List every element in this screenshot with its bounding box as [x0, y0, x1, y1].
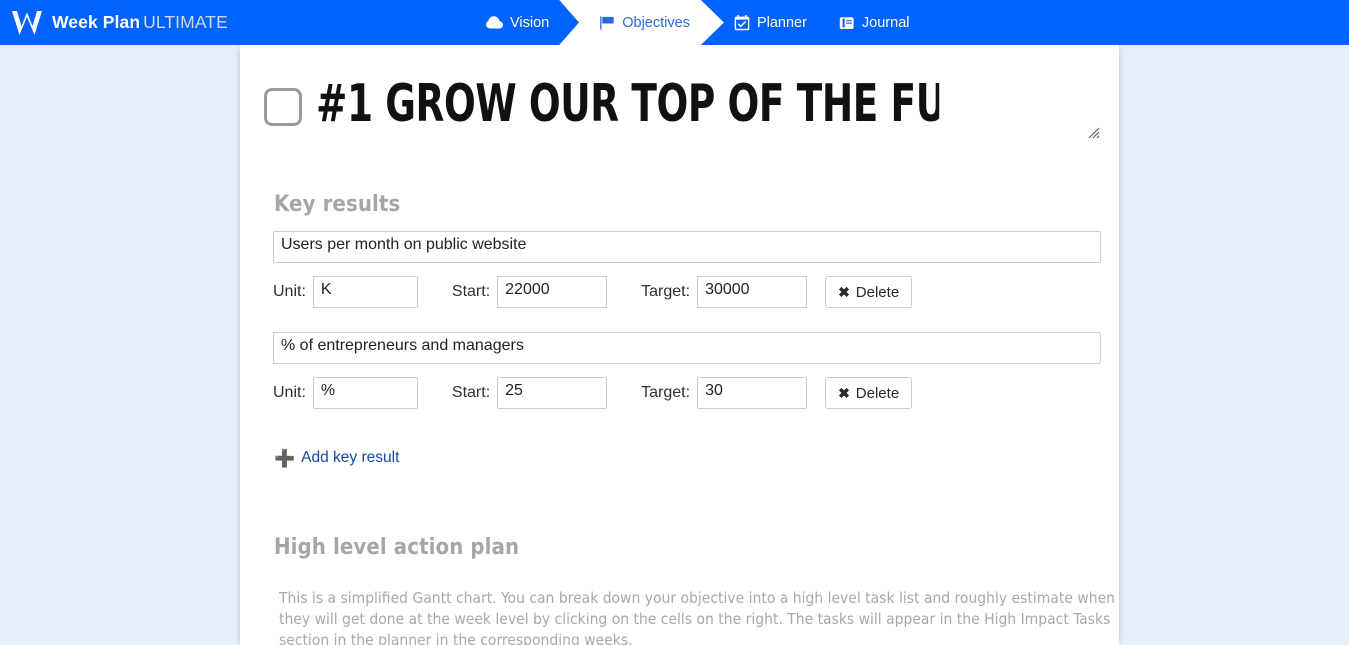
plus-icon: ➕	[274, 448, 296, 468]
brand-name: Week Plan ULTIMATE	[52, 12, 228, 32]
objective-title-row: #1 GROW OUR TOP OF THE FUNNEL	[257, 70, 1100, 139]
nav-item-vision[interactable]: Vision	[470, 0, 565, 45]
nav-item-objectives[interactable]: Objectives	[559, 0, 724, 45]
key-result-name-input[interactable]: Users per month on public website	[273, 231, 1101, 263]
key-results-heading: Key results	[274, 192, 401, 217]
delete-key-result-button[interactable]: ✖ Delete	[825, 276, 913, 308]
flag-icon	[599, 15, 615, 30]
unit-label: Unit:	[273, 384, 306, 401]
unit-input[interactable]: %	[312, 377, 418, 409]
unit-input[interactable]: K	[312, 276, 418, 308]
key-results-list: Users per month on public website Unit: …	[257, 231, 1101, 409]
cloud-icon	[486, 16, 503, 29]
objective-title-input[interactable]: #1 GROW OUR TOP OF THE FUNNEL	[316, 78, 939, 130]
start-label: Start:	[451, 283, 491, 300]
unit-label: Unit:	[273, 283, 306, 300]
brand-home-link[interactable]: Week Plan ULTIMATE	[10, 0, 228, 45]
key-result-row: Users per month on public website Unit: …	[273, 231, 1101, 308]
week-plan-w-logo-icon	[10, 8, 52, 38]
nav-label: Planner	[756, 14, 807, 31]
nav-item-journal[interactable]: Journal	[823, 0, 926, 45]
action-plan-heading: High level action plan	[274, 534, 520, 560]
start-input[interactable]: 22000	[497, 276, 608, 308]
calendar-check-icon	[734, 14, 750, 31]
key-result-name-input[interactable]: % of entrepreneurs and managers	[273, 332, 1101, 364]
nav-label: Vision	[510, 14, 550, 31]
book-icon	[839, 16, 855, 30]
main-nav: Vision Objectives Planner Journal	[470, 0, 925, 45]
close-x-icon: ✖	[838, 284, 850, 300]
add-key-result-button[interactable]: ➕ Add key result	[274, 449, 399, 467]
objective-detail-panel: #1 GROW OUR TOP OF THE FUNNEL Key result…	[240, 45, 1119, 645]
nav-label: Objectives	[622, 14, 690, 31]
add-key-result-label: Add key result	[301, 449, 400, 466]
nav-label: Journal	[861, 14, 910, 31]
target-input[interactable]: 30000	[697, 276, 808, 308]
target-label: Target:	[641, 384, 691, 401]
key-result-fields: Unit: K Start: 22000 Target: 30000 ✖ Del…	[273, 276, 1095, 308]
delete-key-result-button[interactable]: ✖ Delete	[825, 377, 913, 409]
key-result-fields: Unit: % Start: 25 Target: 30 ✖ Delete	[273, 377, 1095, 409]
delete-label: Delete	[855, 283, 900, 301]
top-navigation-bar: Week Plan ULTIMATE Vision Objectives Pla…	[0, 0, 1349, 45]
close-x-icon: ✖	[838, 385, 850, 401]
nav-item-planner[interactable]: Planner	[718, 0, 823, 45]
delete-label: Delete	[855, 384, 900, 402]
action-plan-description: This is a simplified Gantt chart. You ca…	[279, 588, 1115, 645]
target-label: Target:	[641, 283, 691, 300]
brand-edition: ULTIMATE	[143, 12, 228, 32]
objective-complete-checkbox[interactable]	[264, 88, 302, 126]
start-label: Start:	[451, 384, 491, 401]
key-result-row: % of entrepreneurs and managers Unit: % …	[273, 332, 1101, 409]
target-input[interactable]: 30	[697, 377, 808, 409]
start-input[interactable]: 25	[497, 377, 608, 409]
resize-grip-icon[interactable]	[1086, 125, 1100, 139]
